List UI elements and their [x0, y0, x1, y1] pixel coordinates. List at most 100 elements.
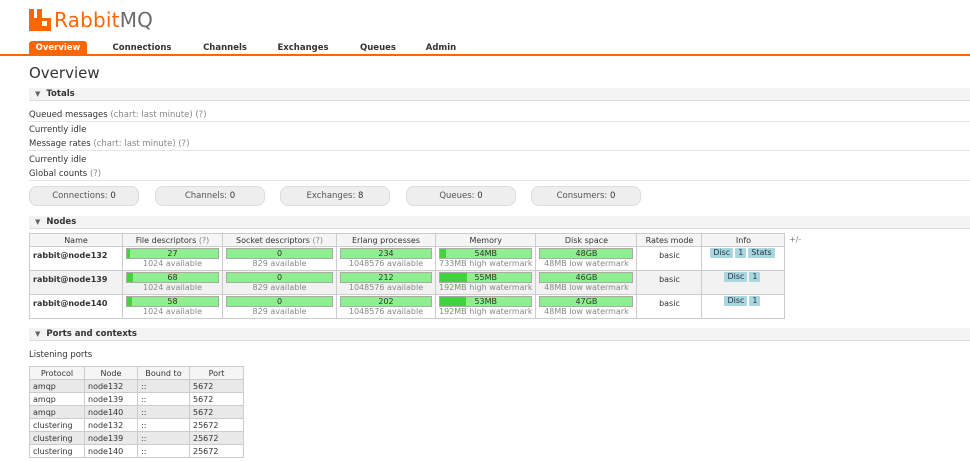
port-bound-to: :: — [137, 405, 190, 419]
port-bound-to: :: — [137, 379, 190, 393]
tab-admin[interactable]: Admin — [418, 41, 464, 55]
ports-section-toggle[interactable]: ▼ Ports and contexts — [29, 328, 970, 341]
file-descriptors-cell: 68 1024 available — [122, 270, 223, 295]
erlang-processes-cell: 202 1048576 available — [336, 294, 436, 319]
socket-descriptors-sub: 829 available — [252, 307, 307, 316]
global-counts-help[interactable]: (?) — [90, 169, 101, 179]
columns-toggle[interactable]: +/- — [789, 235, 801, 244]
socket-descriptors-cell: 0 829 available — [222, 270, 337, 295]
sd-help[interactable]: (?) — [313, 236, 324, 245]
tab-overview[interactable]: Overview — [29, 41, 87, 55]
disk-space-cell: 47GB 48MB low watermark — [535, 294, 638, 319]
memory-sub: 733MB high watermark — [439, 259, 533, 268]
socket-descriptors-bar: 0 — [226, 296, 333, 307]
file-descriptors-bar: 58 — [126, 296, 219, 307]
erlang-processes-sub: 1048576 available — [348, 307, 424, 316]
totals-section-toggle[interactable]: ▼ Totals — [29, 88, 970, 101]
info-cell: Disc 1 Stats — [701, 246, 786, 271]
queued-messages-label: Queued messages (chart: last minute) (?) — [29, 110, 207, 120]
queues-count-button[interactable]: Queues: 0 — [406, 186, 516, 206]
port-number: 5672 — [189, 392, 244, 406]
message-rates-chart-hint[interactable]: (chart: last minute) (?) — [93, 139, 189, 149]
col-rates-mode: Rates mode — [636, 233, 703, 247]
port-node: node132 — [84, 379, 138, 393]
info-badge[interactable]: 1 — [749, 296, 761, 306]
node-row: rabbit@node132 27 1024 available 0 829 a… — [29, 246, 786, 271]
channels-count-button[interactable]: Channels: 0 — [155, 186, 265, 206]
port-number: 25672 — [189, 444, 244, 458]
erlang-processes-bar: 202 — [340, 296, 432, 307]
col-memory: Memory — [434, 233, 537, 247]
port-row: amqp node140 :: 5672 — [29, 405, 244, 419]
info-badge[interactable]: Stats — [748, 248, 775, 258]
fd-help[interactable]: (?) — [199, 236, 210, 245]
triangle-down-icon: ▼ — [35, 218, 41, 226]
erlang-processes-cell: 212 1048576 available — [336, 270, 436, 295]
erlang-processes-bar: 234 — [340, 248, 432, 259]
info-badge[interactable]: Disc — [724, 272, 748, 282]
disk-space-sub: 48MB low watermark — [544, 307, 629, 316]
col-protocol: Protocol — [29, 366, 85, 380]
port-bound-to: :: — [137, 418, 190, 432]
connections-count-button[interactable]: Connections: 0 — [29, 186, 139, 206]
nodes-heading: Nodes — [46, 217, 77, 227]
port-number: 25672 — [189, 431, 244, 445]
port-protocol: clustering — [29, 418, 85, 432]
disk-space-bar: 46GB — [539, 272, 634, 283]
triangle-down-icon: ▼ — [35, 90, 41, 98]
tab-exchanges[interactable]: Exchanges — [270, 41, 336, 55]
port-row: clustering node139 :: 25672 — [29, 431, 244, 445]
file-descriptors-sub: 1024 available — [142, 259, 202, 268]
nodes-section-toggle[interactable]: ▼ Nodes — [29, 216, 970, 229]
info-badge[interactable]: Disc — [710, 248, 734, 258]
memory-bar: 55MB — [439, 272, 533, 283]
node-name[interactable]: rabbit@node140 — [29, 294, 123, 319]
node-row: rabbit@node139 68 1024 available 0 829 a… — [29, 270, 786, 295]
col-bound-to: Bound to — [137, 366, 190, 380]
memory-cell: 55MB 192MB high watermark — [434, 270, 537, 295]
queued-messages-chart-hint[interactable]: (chart: last minute) (?) — [110, 110, 206, 120]
socket-descriptors-sub: 829 available — [252, 259, 307, 268]
memory-sub: 192MB high watermark — [439, 307, 533, 316]
file-descriptors-sub: 1024 available — [142, 283, 202, 292]
global-counts-label: Global counts (?) — [29, 169, 102, 179]
file-descriptors-bar: 27 — [126, 248, 219, 259]
file-descriptors-cell: 58 1024 available — [122, 294, 223, 319]
consumers-count-button[interactable]: Consumers: 0 — [531, 186, 641, 206]
memory-cell: 53MB 192MB high watermark — [434, 294, 537, 319]
col-erlang-processes: Erlang processes — [336, 233, 436, 247]
port-node: node140 — [84, 405, 138, 419]
col-socket-descriptors: Socket descriptors (?) — [222, 233, 337, 247]
memory-bar: 54MB — [439, 248, 533, 259]
info-badge[interactable]: Disc — [724, 296, 748, 306]
ports-heading: Ports and contexts — [46, 329, 137, 339]
port-number: 5672 — [189, 379, 244, 393]
info-badge[interactable]: 1 — [735, 248, 747, 258]
info-badge[interactable]: 1 — [749, 272, 761, 282]
socket-descriptors-bar: 0 — [226, 272, 333, 283]
col-file-descriptors: File descriptors (?) — [122, 233, 223, 247]
disk-space-cell: 48GB 48MB low watermark — [535, 246, 638, 271]
socket-descriptors-sub: 829 available — [252, 283, 307, 292]
info-cell: Disc 1 — [701, 294, 786, 319]
rabbit-logo-icon — [29, 9, 51, 31]
node-name[interactable]: rabbit@node139 — [29, 270, 123, 295]
disk-space-sub: 48MB low watermark — [544, 259, 629, 268]
port-protocol: amqp — [29, 379, 85, 393]
port-node: node140 — [84, 444, 138, 458]
disk-space-cell: 46GB 48MB low watermark — [535, 270, 638, 295]
port-number: 25672 — [189, 418, 244, 432]
disk-space-bar: 47GB — [539, 296, 634, 307]
node-name[interactable]: rabbit@node132 — [29, 246, 123, 271]
port-bound-to: :: — [137, 431, 190, 445]
exchanges-count-button[interactable]: Exchanges: 8 — [280, 186, 390, 206]
disk-space-bar: 48GB — [539, 248, 634, 259]
port-protocol: clustering — [29, 431, 85, 445]
tab-channels[interactable]: Channels — [192, 41, 258, 55]
tab-connections[interactable]: Connections — [104, 41, 180, 55]
tab-queues[interactable]: Queues — [350, 41, 406, 55]
page-title: Overview — [29, 64, 100, 82]
socket-descriptors-cell: 0 829 available — [222, 294, 337, 319]
port-bound-to: :: — [137, 444, 190, 458]
rates-idle-text: Currently idle — [29, 155, 87, 165]
